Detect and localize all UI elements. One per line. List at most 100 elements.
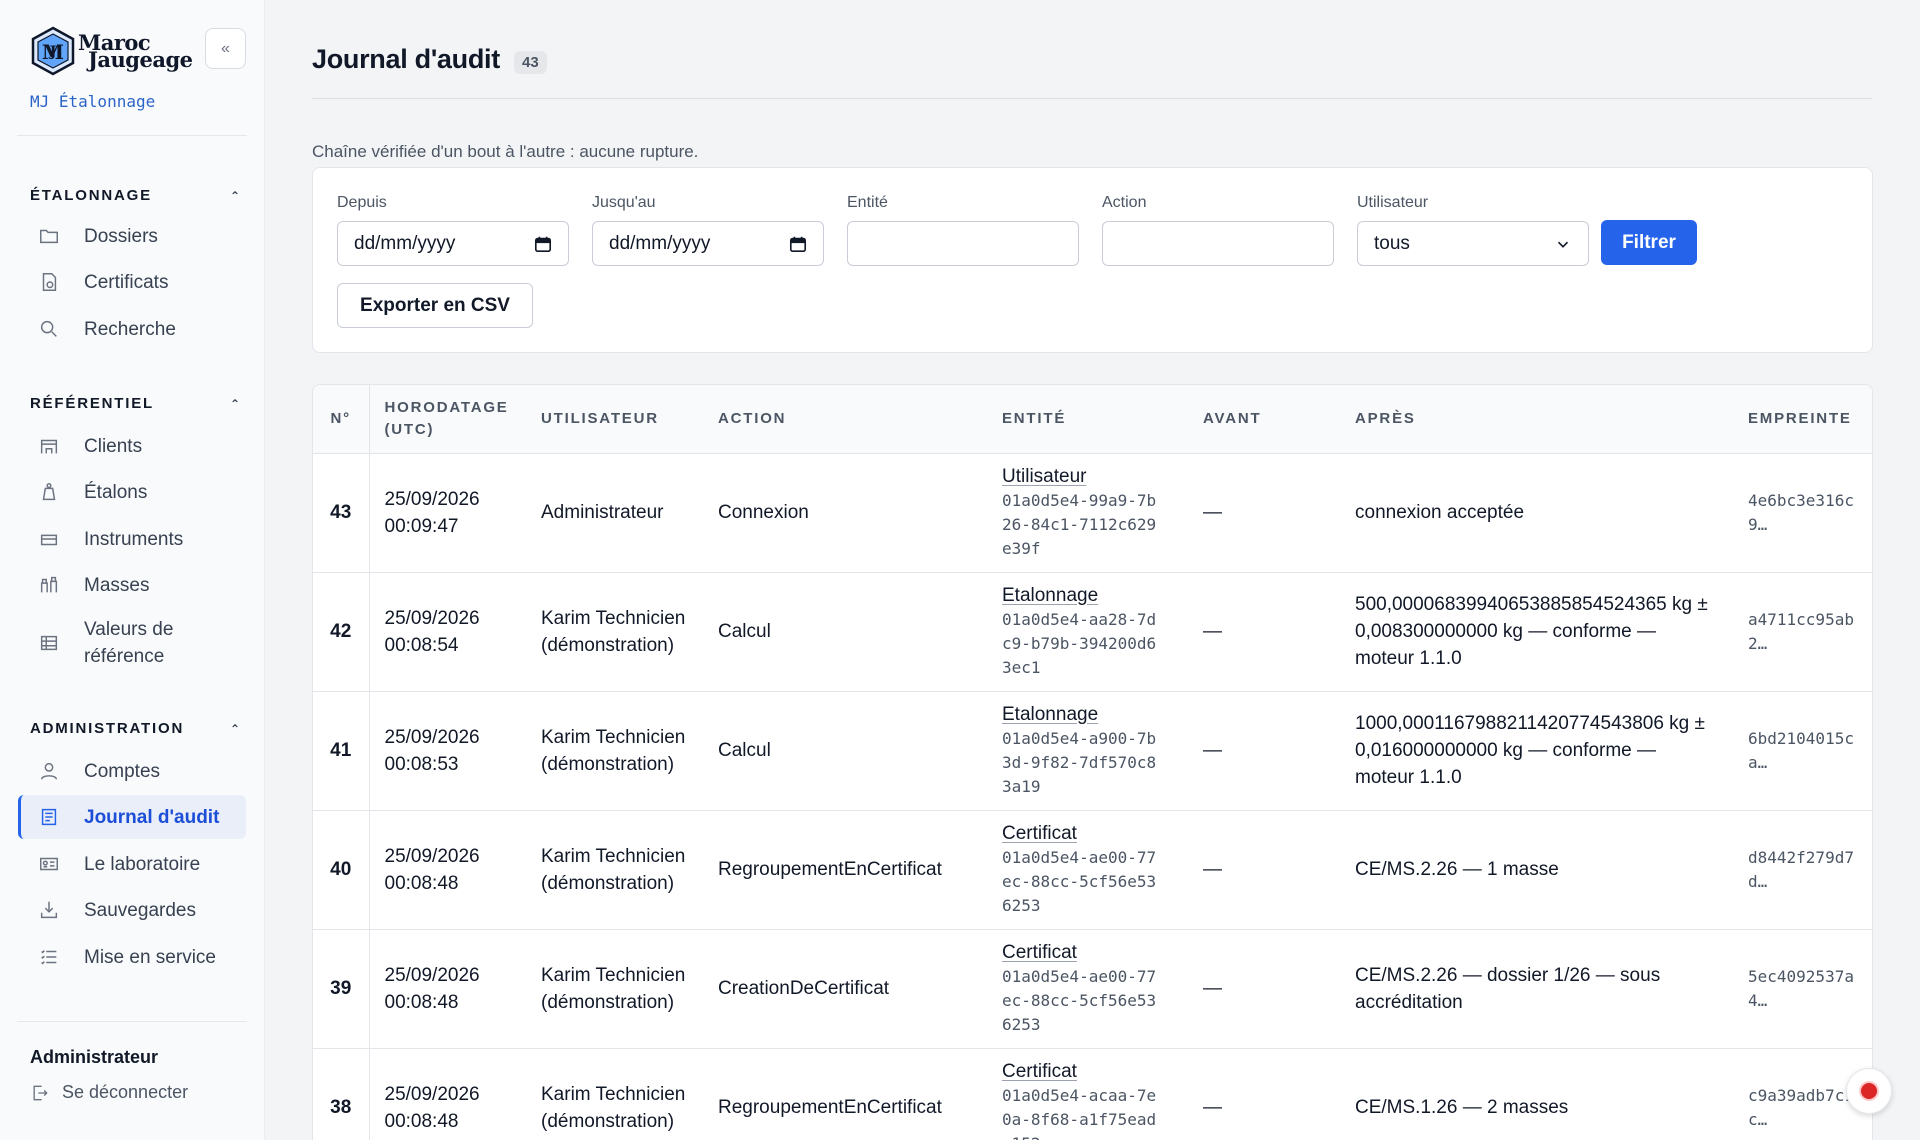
table-row[interactable]: 43 25/09/2026 00:09:47 Administrateur Connex… xyxy=(313,453,1872,573)
entity-cell: Certificat 01a0d5e4-acaa-7e0a-8f68-a1f75e… xyxy=(987,1048,1188,1140)
entity-input[interactable] xyxy=(847,221,1079,266)
sidebar-item-sauvegardes[interactable]: Sauvegardes xyxy=(18,895,246,925)
section-header-administration[interactable]: ADMINISTRATION ⌃ xyxy=(30,720,240,737)
section-header-referentiel[interactable]: RÉFÉRENTIEL ⌃ xyxy=(30,395,240,412)
user-icon xyxy=(34,760,64,782)
timestamp-date: 25/09/2026 xyxy=(384,1083,480,1105)
date-from-input[interactable]: dd/mm/yyyy xyxy=(337,221,569,266)
row-number: 42 xyxy=(313,572,370,692)
sidebar: M J Maroc Jaugeage « MJ Étalonnage ÉTALO… xyxy=(0,0,265,1140)
logout-link[interactable]: Se déconnecter xyxy=(30,1082,188,1103)
fingerprint-cell: 4e6bc3e316c9… xyxy=(1733,453,1872,573)
entity-type-link[interactable]: Certificat xyxy=(1002,822,1188,846)
sidebar-item-label: Comptes xyxy=(84,760,161,782)
before-cell: — xyxy=(1188,453,1340,573)
sidebar-item-certificats[interactable]: Certificats xyxy=(18,267,246,297)
after-cell: CE/MS.2.26 — dossier 1/26 — sous accrédi… xyxy=(1340,929,1733,1049)
section-header-etalonnage[interactable]: ÉTALONNAGE ⌃ xyxy=(30,187,240,204)
timestamp-time: 00:08:53 xyxy=(384,753,459,775)
sidebar-item-clients[interactable]: Clients xyxy=(18,431,246,461)
filter-to-label: Jusqu'au xyxy=(592,194,656,211)
entity-cell: Etalonnage 01a0d5e4-aa28-7dc9-b79b-394200… xyxy=(987,572,1188,692)
sidebar-item-le-laboratoire[interactable]: Le laboratoire xyxy=(18,849,246,879)
building-icon xyxy=(34,435,64,457)
calendar-icon[interactable] xyxy=(789,235,807,253)
logout-label: Se déconnecter xyxy=(62,1082,189,1102)
user-cell: Administrateur xyxy=(526,453,703,573)
entity-type-link[interactable]: Certificat xyxy=(1002,941,1188,965)
column-header-num[interactable]: N° xyxy=(313,385,370,454)
folder-icon xyxy=(34,225,64,247)
filter-button[interactable]: Filtrer xyxy=(1601,220,1697,265)
entity-type-link[interactable]: Etalonnage xyxy=(1002,703,1188,727)
action-input[interactable] xyxy=(1102,221,1334,266)
before-cell: — xyxy=(1188,929,1340,1049)
table-row[interactable]: 38 25/09/2026 00:08:48 Karim Technicien (dé… xyxy=(313,1048,1872,1140)
chevron-down-icon xyxy=(1557,241,1569,248)
user-select[interactable]: tous xyxy=(1357,221,1589,266)
before-cell: — xyxy=(1188,1048,1340,1140)
sidebar-item-label: Sauvegardes xyxy=(84,899,196,921)
sidebar-item-etalons[interactable]: Étalons xyxy=(18,477,246,507)
table-row[interactable]: 40 25/09/2026 00:08:48 Karim Technicien (dé… xyxy=(313,810,1872,930)
record-button[interactable] xyxy=(1846,1068,1892,1114)
chain-verification-note: Chaîne vérifiée d'un bout à l'autre : au… xyxy=(312,142,699,161)
after-cell: connexion acceptée xyxy=(1340,453,1733,573)
table-row[interactable]: 41 25/09/2026 00:08:53 Karim Technicien (dé… xyxy=(313,691,1872,811)
id-card-icon xyxy=(34,853,64,875)
filter-from-label: Depuis xyxy=(337,194,387,211)
column-header-timestamp[interactable]: HORODATAGE (UTC) xyxy=(369,385,526,454)
download-icon xyxy=(34,899,64,921)
entity-type-link[interactable]: Certificat xyxy=(1002,1060,1188,1084)
timestamp-date: 25/09/2026 xyxy=(384,726,480,748)
title-divider xyxy=(312,98,1872,99)
user-select-value: tous xyxy=(1374,232,1410,254)
entity-id: 01a0d5e4-99a9-7b26-84c1-7112c629e39f xyxy=(1002,490,1157,558)
user-cell: Karim Technicien (démonstration) xyxy=(526,810,703,930)
before-cell: — xyxy=(1188,691,1340,811)
sidebar-item-journal-d-audit[interactable]: Journal d'audit xyxy=(18,795,246,839)
column-header-before[interactable]: AVANT xyxy=(1188,385,1340,454)
entity-type-link[interactable]: Etalonnage xyxy=(1002,584,1188,608)
chevron-up-icon: ⌃ xyxy=(229,721,240,736)
column-header-after[interactable]: APRÈS xyxy=(1340,385,1733,454)
column-header-action[interactable]: ACTION xyxy=(703,385,987,454)
weight-icon xyxy=(34,481,64,503)
sidebar-item-masses[interactable]: Masses xyxy=(18,570,246,600)
sidebar-item-label: Certificats xyxy=(84,271,169,293)
table-row[interactable]: 39 25/09/2026 00:08:48 Karim Technicien (dé… xyxy=(313,929,1872,1049)
column-header-fingerprint[interactable]: EMPREINTE xyxy=(1733,385,1872,454)
date-from-value: dd/mm/yyyy xyxy=(354,232,456,254)
fingerprint-hash: 5ec4092537a4… xyxy=(1748,966,1854,1010)
sidebar-item-comptes[interactable]: Comptes xyxy=(18,756,246,786)
sidebar-item-label: Masses xyxy=(84,574,150,596)
sidebar-item-label: Journal d'audit xyxy=(84,806,220,828)
sidebar-item-valeurs-de-reference[interactable]: Valeurs de référence xyxy=(18,615,246,671)
timestamp-time: 00:08:48 xyxy=(384,1110,459,1132)
brand-logo[interactable]: M J Maroc Jaugeage xyxy=(30,26,193,76)
table-row[interactable]: 42 25/09/2026 00:08:54 Karim Technicien (dé… xyxy=(313,572,1872,692)
timestamp-time: 00:08:48 xyxy=(384,872,459,894)
sidebar-item-recherche[interactable]: Recherche xyxy=(18,314,246,344)
sidebar-item-dossiers[interactable]: Dossiers xyxy=(18,221,246,251)
action-cell: CreationDeCertificat xyxy=(703,929,987,1049)
filter-from: Depuis dd/mm/yyyy xyxy=(337,194,569,266)
export-csv-button[interactable]: Exporter en CSV xyxy=(337,283,533,328)
current-user-name: Administrateur xyxy=(30,1047,159,1067)
filter-action: Action xyxy=(1102,194,1334,266)
table-header-row: N° HORODATAGE (UTC) UTILISATEUR ACTION E… xyxy=(313,385,1872,454)
user-cell: Karim Technicien (démonstration) xyxy=(526,691,703,811)
calendar-icon[interactable] xyxy=(534,235,552,253)
column-header-entity[interactable]: ENTITÉ xyxy=(987,385,1188,454)
entity-type-link[interactable]: Utilisateur xyxy=(1002,465,1188,489)
collapse-sidebar-button[interactable]: « xyxy=(205,28,246,69)
sidebar-item-mise-en-service[interactable]: Mise en service xyxy=(18,942,246,972)
entity-id: 01a0d5e4-a900-7b3d-9f82-7df570c83a19 xyxy=(1002,728,1157,796)
timestamp-cell: 25/09/2026 00:08:54 xyxy=(369,572,526,692)
action-cell: RegroupementEnCertificat xyxy=(703,810,987,930)
date-to-input[interactable]: dd/mm/yyyy xyxy=(592,221,824,266)
row-number: 38 xyxy=(313,1048,370,1140)
sidebar-item-instruments[interactable]: Instruments xyxy=(18,524,246,554)
column-header-user[interactable]: UTILISATEUR xyxy=(526,385,703,454)
section-title: ÉTALONNAGE xyxy=(30,187,152,204)
